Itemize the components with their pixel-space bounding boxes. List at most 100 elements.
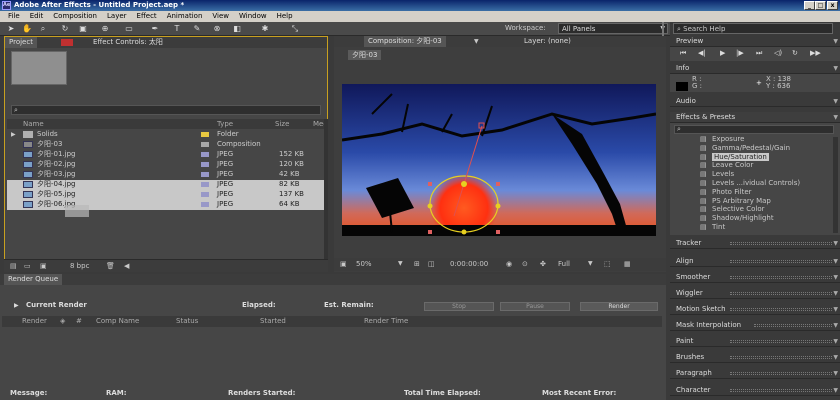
- effects-search-input[interactable]: ⌕: [674, 125, 834, 134]
- sunset-image[interactable]: [342, 84, 656, 236]
- brushes-panel-header[interactable]: Brushes ▼: [670, 352, 840, 363]
- workspace-select[interactable]: All Panels ▼: [558, 23, 668, 34]
- list-item[interactable]: ▶ Solids Folder: [7, 130, 327, 140]
- puppet-tool-icon[interactable]: ✱: [260, 24, 270, 34]
- column-number[interactable]: #: [76, 316, 82, 327]
- list-item[interactable]: ▤ Selective Color: [670, 205, 840, 214]
- zoom-tool-icon[interactable]: ⌕: [38, 24, 48, 34]
- menu-effect[interactable]: Effect: [137, 11, 157, 22]
- project-scrollbar[interactable]: [324, 119, 328, 259]
- list-item[interactable]: ▤ Tint: [670, 223, 840, 232]
- list-item[interactable]: ▤ Shadow/Highlight: [670, 214, 840, 223]
- wiggler-panel-header[interactable]: Wiggler ▼: [670, 288, 840, 299]
- list-item[interactable]: ▤ Levels ...ividual Controls): [670, 179, 840, 188]
- panel-menu-icon[interactable]: ▼: [833, 352, 838, 363]
- ram-preview-icon[interactable]: ▶▶: [810, 49, 821, 57]
- panel-menu-icon[interactable]: ▼: [833, 96, 838, 107]
- list-item[interactable]: ▤ Hue/Saturation: [670, 152, 840, 162]
- panel-menu-icon[interactable]: ▼: [833, 272, 838, 283]
- menu-composition[interactable]: Composition: [53, 11, 97, 22]
- close-button[interactable]: x: [827, 1, 838, 10]
- label-color[interactable]: [201, 142, 209, 147]
- new-comp-icon[interactable]: ▣: [40, 260, 47, 272]
- list-item[interactable]: 夕阳-06.jpg JPEG 64 KB: [7, 200, 327, 210]
- list-item[interactable]: ▤ PS Arbitrary Map: [670, 197, 840, 206]
- hand-tool-icon[interactable]: ✋: [22, 24, 32, 34]
- menu-help[interactable]: Help: [277, 11, 293, 22]
- expand-triangle-icon[interactable]: ▶: [14, 300, 19, 311]
- column-started[interactable]: Started: [260, 316, 286, 327]
- clone-tool-icon[interactable]: ⊗: [212, 24, 222, 34]
- resolution-select[interactable]: Full: [558, 258, 570, 270]
- stop-button[interactable]: Stop: [424, 302, 494, 311]
- panel-menu-icon[interactable]: ▼: [833, 112, 838, 123]
- color-channels-icon[interactable]: ✤: [540, 258, 546, 270]
- render-button[interactable]: Render: [580, 302, 658, 311]
- list-item[interactable]: ▤ Gamma/Pedestal/Gain: [670, 144, 840, 153]
- trash-icon[interactable]: 🗑: [106, 260, 115, 272]
- column-comp-name[interactable]: Comp Name: [96, 316, 139, 327]
- last-frame-icon[interactable]: ⏭: [756, 49, 762, 58]
- paragraph-panel-header[interactable]: Paragraph ▼: [670, 368, 840, 379]
- play-icon[interactable]: ▶: [720, 49, 725, 57]
- panel-menu-icon[interactable]: ▼: [833, 304, 838, 315]
- column-render-time[interactable]: Render Time: [364, 316, 408, 327]
- list-item[interactable]: 夕阳-03 Composition: [7, 140, 327, 150]
- column-type[interactable]: Type: [217, 119, 233, 129]
- tracker-panel-header[interactable]: Tracker ▼: [670, 238, 840, 249]
- chevron-down-icon[interactable]: ▼: [588, 258, 593, 270]
- chevron-down-icon[interactable]: ▼: [474, 36, 479, 47]
- maximize-button[interactable]: □: [815, 1, 826, 10]
- camera-tool-icon[interactable]: ▣: [78, 24, 88, 34]
- axis-tool-icon[interactable]: ⤡: [290, 24, 300, 34]
- panel-menu-icon[interactable]: ▼: [833, 36, 838, 47]
- list-item[interactable]: 夕阳-03.jpg JPEG 42 KB: [7, 170, 327, 180]
- menu-animation[interactable]: Animation: [167, 11, 203, 22]
- grid-icon[interactable]: ⊞: [414, 258, 420, 270]
- audio-icon[interactable]: ◁): [774, 49, 782, 57]
- audio-panel-header[interactable]: Audio ▼: [670, 96, 840, 107]
- next-frame-icon[interactable]: |▶: [736, 49, 744, 57]
- minimize-button[interactable]: _: [804, 1, 815, 10]
- panel-menu-icon[interactable]: ▼: [833, 63, 838, 74]
- align-panel-header[interactable]: Align ▼: [670, 256, 840, 267]
- tab-effect-controls[interactable]: Effect Controls: 太阳: [89, 37, 167, 48]
- composition-viewer[interactable]: [342, 84, 656, 236]
- selection-tool-icon[interactable]: ➤: [6, 24, 16, 34]
- effects-presets-panel-header[interactable]: Effects & Presets ▼: [670, 112, 840, 123]
- preview-panel-header[interactable]: Preview ▼: [670, 36, 840, 47]
- loop-icon[interactable]: ↻: [792, 49, 798, 57]
- panel-menu-icon[interactable]: ▼: [833, 256, 838, 267]
- list-item[interactable]: 夕阳-01.jpg JPEG 152 KB: [7, 150, 327, 160]
- first-frame-icon[interactable]: ⏮: [680, 49, 686, 58]
- column-status[interactable]: Status: [176, 316, 198, 327]
- tab-render-queue[interactable]: Render Queue: [4, 274, 63, 285]
- panel-menu-icon[interactable]: ▼: [833, 288, 838, 299]
- close-tab-icon[interactable]: [61, 39, 73, 46]
- snapshot-icon[interactable]: ◉: [506, 258, 512, 270]
- pause-button[interactable]: Pause: [500, 302, 570, 311]
- menu-edit[interactable]: Edit: [30, 11, 44, 22]
- show-snapshot-icon[interactable]: ⊙: [522, 258, 528, 270]
- timecode[interactable]: 0:00:00:00: [450, 258, 488, 270]
- prev-frame-icon[interactable]: ◀|: [698, 49, 706, 57]
- panel-menu-icon[interactable]: ▼: [833, 238, 838, 249]
- zoom-select[interactable]: 50%: [356, 258, 372, 270]
- paint-panel-header[interactable]: Paint ▼: [670, 336, 840, 347]
- mask-view-icon[interactable]: ◫: [428, 258, 435, 270]
- magnify-icon[interactable]: ▣: [340, 258, 347, 270]
- eraser-tool-icon[interactable]: ◧: [232, 24, 242, 34]
- panel-menu-icon[interactable]: ▼: [833, 320, 838, 331]
- menu-layer[interactable]: Layer: [107, 11, 127, 22]
- label-color[interactable]: [201, 192, 209, 197]
- mask-interpolation-panel-header[interactable]: Mask Interpolation ▼: [670, 320, 840, 331]
- bpc-label[interactable]: 8 bpc: [70, 260, 89, 272]
- list-item[interactable]: ▤ Photo Filter: [670, 188, 840, 197]
- column-name[interactable]: Name: [23, 119, 44, 129]
- column-size[interactable]: Size: [275, 119, 289, 129]
- label-color[interactable]: [201, 132, 209, 137]
- brush-tool-icon[interactable]: ✎: [192, 24, 202, 34]
- text-tool-icon[interactable]: T: [172, 24, 182, 34]
- info-panel-header[interactable]: Info ▼: [670, 63, 840, 74]
- menu-view[interactable]: View: [212, 11, 229, 22]
